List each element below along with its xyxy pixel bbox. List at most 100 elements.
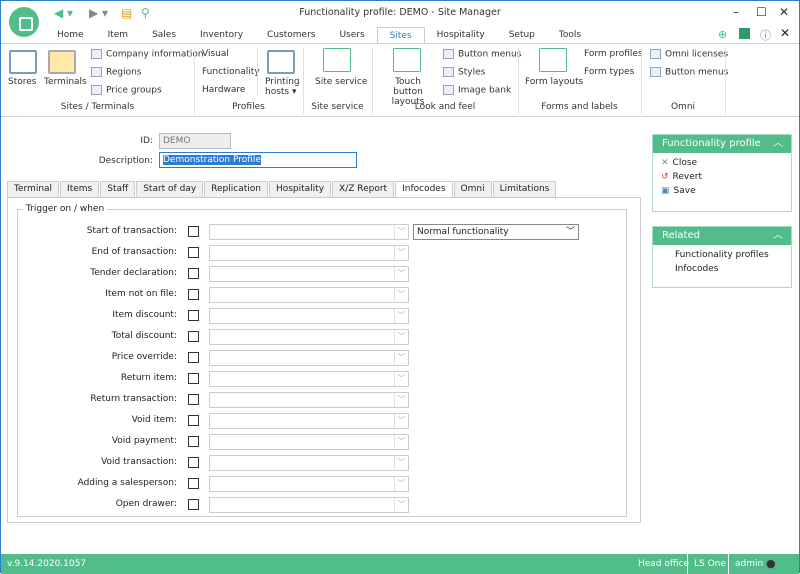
search-icon[interactable]: ⚲	[141, 6, 150, 20]
trigger-label: End of transaction:	[91, 247, 177, 257]
tab-omni[interactable]: Omni	[453, 181, 492, 197]
add-icon[interactable]: ⊕	[718, 28, 727, 41]
tab-tools[interactable]: Tools	[547, 27, 593, 43]
tab-customers[interactable]: Customers	[255, 27, 327, 43]
infocode-combo[interactable]: ﹀	[209, 413, 409, 429]
forward-icon[interactable]: ▶ ▾	[89, 6, 108, 20]
infocode-combo[interactable]: ﹀	[209, 371, 409, 387]
tab-item[interactable]: Item	[96, 27, 141, 43]
button-menus-button[interactable]: Button menus	[443, 49, 521, 60]
terminals-button[interactable]: Terminals	[44, 77, 87, 87]
infocode-combo[interactable]: ﹀	[209, 224, 409, 240]
trigger-checkbox[interactable]	[188, 268, 199, 279]
panel-header[interactable]: Functionality profile ︿	[653, 135, 791, 153]
tab-terminal[interactable]: Terminal	[7, 181, 60, 197]
tab-users[interactable]: Users	[327, 27, 376, 43]
trigger-checkbox[interactable]	[188, 352, 199, 363]
printing-hosts-button[interactable]: Printing hosts ▾	[265, 77, 300, 97]
infocode-combo[interactable]: ﹀	[209, 455, 409, 471]
minimize-button[interactable]: –	[733, 5, 739, 19]
trigger-row: Start of transaction: ﹀ Normal functional…	[1, 224, 601, 240]
help-icon[interactable]: ⓘ	[760, 27, 771, 43]
chevron-down-icon: ﹀	[394, 330, 408, 344]
trigger-checkbox[interactable]	[188, 394, 199, 405]
infocode-combo[interactable]: ﹀	[209, 308, 409, 324]
trigger-checkbox[interactable]	[188, 373, 199, 384]
trigger-row: Item discount: ﹀	[1, 308, 601, 324]
save-action[interactable]: ▣ Save	[653, 184, 791, 198]
trigger-row: Void item: ﹀	[1, 413, 601, 429]
related-functionality-profiles-link[interactable]: Functionality profiles	[653, 248, 791, 262]
trigger-checkbox[interactable]	[188, 310, 199, 321]
collapse-icon[interactable]: ︿	[773, 227, 783, 245]
omni-button-menus-button[interactable]: Button menus	[650, 67, 728, 78]
start-mode-select[interactable]: Normal functionality ﹀	[413, 224, 579, 240]
close-document-icon[interactable]: ✕	[780, 26, 790, 40]
tab-inventory[interactable]: Inventory	[188, 27, 255, 43]
regions-button[interactable]: Regions	[91, 67, 142, 78]
trigger-checkbox[interactable]	[188, 331, 199, 342]
infocode-combo[interactable]: ﹀	[209, 329, 409, 345]
form-types-button[interactable]: Form types	[584, 67, 634, 77]
notes-icon[interactable]: ▤	[121, 6, 132, 20]
infocode-combo[interactable]: ﹀	[209, 287, 409, 303]
revert-action[interactable]: ↺ Revert	[653, 170, 791, 184]
trigger-row: Price override: ﹀	[1, 350, 601, 366]
infocode-combo[interactable]: ﹀	[209, 497, 409, 513]
trigger-checkbox[interactable]	[188, 499, 199, 510]
image-bank-button[interactable]: Image bank	[443, 85, 511, 96]
tab-start-of-day[interactable]: Start of day	[136, 181, 204, 197]
maximize-button[interactable]: ☐	[756, 5, 767, 19]
visual-button[interactable]: Visual	[202, 49, 229, 59]
infocode-combo[interactable]: ﹀	[209, 434, 409, 450]
tab-replication[interactable]: Replication	[204, 181, 268, 197]
infocode-combo[interactable]: ﹀	[209, 245, 409, 261]
tab-sites[interactable]: Sites	[376, 27, 425, 44]
stores-button[interactable]: Stores	[8, 77, 36, 87]
form-profiles-button[interactable]: Form profiles	[584, 49, 643, 59]
close-action[interactable]: ✕ Close	[653, 156, 791, 170]
company-information-button[interactable]: Company information	[91, 49, 204, 60]
trigger-checkbox[interactable]	[188, 415, 199, 426]
tab-sales[interactable]: Sales	[140, 27, 188, 43]
trigger-checkbox[interactable]	[188, 226, 199, 237]
panel-header[interactable]: Related ︿	[653, 227, 791, 245]
tab-setup[interactable]: Setup	[497, 27, 547, 43]
tab-items[interactable]: Items	[60, 181, 100, 197]
infocode-combo[interactable]: ﹀	[209, 392, 409, 408]
chevron-down-icon: ﹀	[394, 372, 408, 386]
back-icon[interactable]: ◀ ▾	[54, 6, 73, 20]
description-field[interactable]: Demonstration Profile	[159, 152, 357, 168]
tab-limitations[interactable]: Limitations	[492, 181, 557, 197]
infocode-combo[interactable]: ﹀	[209, 266, 409, 282]
trigger-checkbox[interactable]	[188, 247, 199, 258]
tab-staff[interactable]: Staff	[100, 181, 136, 197]
trigger-label: Adding a salesperson:	[77, 478, 177, 488]
tab-infocodes[interactable]: Infocodes	[395, 181, 453, 198]
collapse-icon[interactable]: ︿	[773, 135, 783, 153]
trigger-checkbox[interactable]	[188, 289, 199, 300]
trigger-checkbox[interactable]	[188, 457, 199, 468]
trigger-checkbox[interactable]	[188, 436, 199, 447]
tab-hospitality[interactable]: Hospitality	[425, 27, 497, 43]
styles-button[interactable]: Styles	[443, 67, 485, 78]
site-service-button[interactable]: Site service	[315, 77, 367, 87]
trigger-checkbox[interactable]	[188, 478, 199, 489]
tab-home[interactable]: Home	[45, 27, 96, 43]
related-infocodes-link[interactable]: Infocodes	[653, 262, 791, 276]
infocode-combo[interactable]: ﹀	[209, 476, 409, 492]
functionality-button[interactable]: Functionality	[202, 67, 260, 77]
tab-hospitality[interactable]: Hospitality	[268, 181, 332, 197]
app-logo[interactable]	[9, 7, 39, 37]
omni-licenses-button[interactable]: Omni licenses	[650, 49, 728, 60]
price-groups-button[interactable]: Price groups	[91, 85, 162, 96]
trigger-row: Open drawer: ﹀	[1, 497, 601, 513]
form-layouts-button[interactable]: Form layouts	[525, 77, 583, 87]
tab-xz-report[interactable]: X/Z Report	[332, 181, 395, 197]
hardware-button[interactable]: Hardware	[202, 85, 245, 95]
status-bar: v.9.14.2020.1057 Head office LS One admi…	[1, 554, 799, 574]
close-window-button[interactable]: ✕	[779, 5, 789, 19]
infocode-combo[interactable]: ﹀	[209, 350, 409, 366]
windows-icon[interactable]	[739, 28, 750, 39]
chevron-down-icon: ﹀	[394, 351, 408, 365]
